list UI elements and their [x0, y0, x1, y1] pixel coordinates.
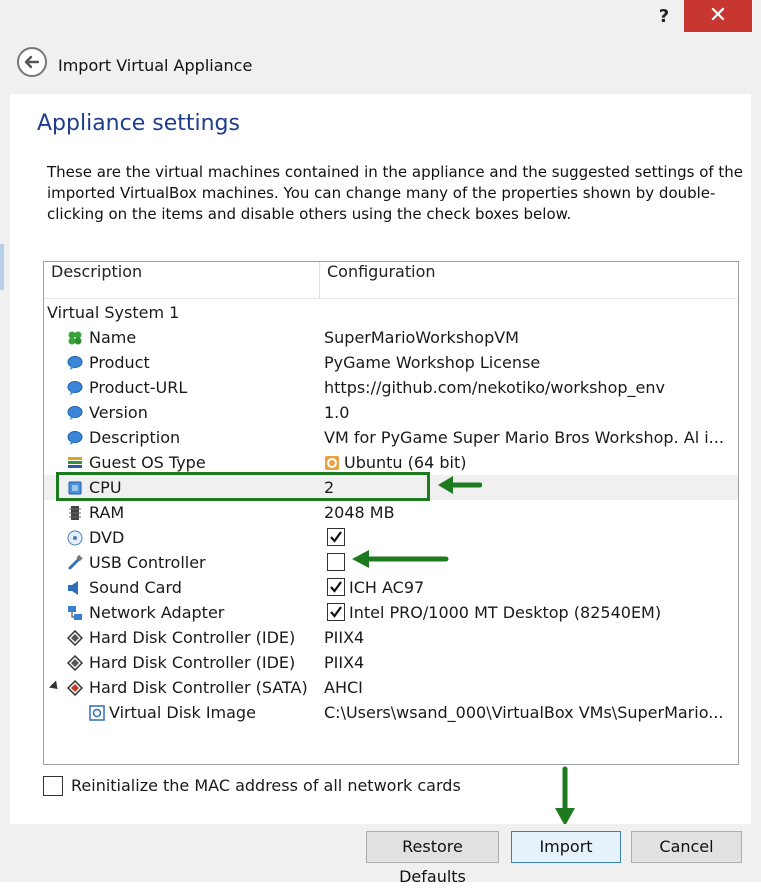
dvd-icon — [67, 530, 83, 546]
reinitialize-mac-label[interactable]: Reinitialize the MAC address of all netw… — [71, 776, 461, 796]
cancel-button[interactable]: Cancel — [631, 831, 742, 863]
speech-bubble-icon — [67, 406, 83, 420]
sound-card-checkbox[interactable] — [327, 578, 345, 596]
reinitialize-mac-checkbox[interactable] — [43, 776, 63, 796]
row-label: Product — [89, 353, 150, 372]
row-value[interactable]: 2048 MB — [324, 500, 395, 525]
checkmark-icon — [330, 581, 342, 593]
page-title: Appliance settings — [37, 111, 240, 136]
window-title: Import Virtual Appliance — [58, 56, 253, 75]
arrow-left-icon — [352, 550, 449, 568]
restore-defaults-button[interactable]: Restore Defaults — [366, 831, 499, 886]
close-button[interactable]: ✕ — [684, 0, 752, 32]
checkmark-icon — [330, 606, 342, 618]
table-row[interactable]: Sound Card ICH AC97 — [44, 575, 738, 600]
left-accent — [0, 244, 4, 290]
right-border — [751, 94, 761, 824]
name-icon — [68, 331, 82, 345]
table-row[interactable]: Product PyGame Workshop License — [44, 350, 738, 375]
sata-controller-icon — [67, 680, 83, 696]
row-value[interactable]: 1.0 — [324, 400, 349, 425]
row-value[interactable]: PIIX4 — [324, 625, 364, 650]
checkmark-icon — [330, 531, 342, 543]
cpu-highlight-box — [56, 472, 430, 501]
row-label: Network Adapter — [89, 603, 225, 622]
appliance-settings-table[interactable]: Description Configuration Virtual System… — [43, 261, 739, 765]
row-label: DVD — [89, 528, 125, 547]
intro-text: These are the virtual machines contained… — [47, 163, 744, 223]
row-label: RAM — [89, 503, 125, 522]
row-label: Hard Disk Controller (SATA) — [89, 678, 308, 697]
ubuntu-os-icon — [325, 456, 339, 470]
column-separator[interactable] — [319, 262, 320, 298]
row-value[interactable]: VM for PyGame Super Mario Bros Workshop.… — [324, 425, 724, 450]
table-row[interactable]: RAM 2048 MB — [44, 500, 738, 525]
row-label: Virtual Disk Image — [109, 703, 256, 722]
usb-controller-checkbox[interactable] — [327, 553, 345, 571]
row-label: Name — [89, 328, 137, 347]
row-label: Hard Disk Controller (IDE) — [89, 653, 296, 672]
ide-controller-icon — [67, 655, 83, 671]
group-label: Virtual System 1 — [47, 303, 180, 322]
table-row[interactable]: Name SuperMarioWorkshopVM — [44, 325, 738, 350]
network-adapter-icon — [68, 606, 82, 620]
row-value[interactable]: Intel PRO/1000 MT Desktop (82540EM) — [349, 600, 661, 625]
table-row[interactable]: Network Adapter Intel PRO/1000 MT Deskto… — [44, 600, 738, 625]
column-header-configuration[interactable]: Configuration — [327, 262, 436, 298]
ram-icon — [69, 506, 81, 520]
back-button[interactable] — [17, 47, 47, 77]
row-value[interactable]: https://github.com/nekotiko/workshop_env — [324, 375, 665, 400]
speech-bubble-icon — [67, 381, 83, 395]
left-border — [0, 94, 10, 824]
table-row[interactable]: DVD — [44, 525, 738, 550]
network-adapter-checkbox[interactable] — [327, 603, 345, 621]
row-value[interactable]: PyGame Workshop License — [324, 350, 540, 375]
row-label: Sound Card — [89, 578, 182, 597]
row-label: Hard Disk Controller (IDE) — [89, 628, 296, 647]
ide-controller-icon — [67, 630, 83, 646]
table-row[interactable]: Hard Disk Controller (SATA) AHCI — [44, 675, 738, 700]
table-header: Description Configuration — [44, 262, 738, 299]
column-header-description[interactable]: Description — [51, 262, 142, 298]
row-value[interactable]: PIIX4 — [324, 650, 364, 675]
row-value[interactable]: ICH AC97 — [349, 575, 424, 600]
back-arrow-icon — [24, 55, 40, 69]
table-row[interactable]: Product-URL https://github.com/nekotiko/… — [44, 375, 738, 400]
row-label: Version — [89, 403, 148, 422]
speech-bubble-icon — [67, 356, 83, 370]
row-value[interactable]: SuperMarioWorkshopVM — [324, 325, 519, 350]
table-row[interactable]: Description VM for PyGame Super Mario Br… — [44, 425, 738, 450]
row-value[interactable]: C:\Users\wsand_000\VirtualBox VMs\SuperM… — [324, 700, 723, 725]
arrow-down-icon — [555, 766, 575, 826]
table-row-virtual-system[interactable]: Virtual System 1 — [44, 300, 738, 325]
table-row[interactable]: Virtual Disk Image C:\Users\wsand_000\Vi… — [44, 700, 738, 725]
row-value[interactable]: AHCI — [324, 675, 363, 700]
import-button[interactable]: Import — [511, 831, 621, 863]
table-row[interactable]: Hard Disk Controller (IDE) PIIX4 — [44, 625, 738, 650]
guest-os-icon — [68, 457, 82, 468]
help-button[interactable]: ? — [646, 2, 682, 32]
dvd-checkbox[interactable] — [327, 528, 345, 546]
row-label: USB Controller — [89, 553, 206, 572]
collapse-triangle-icon[interactable] — [48, 680, 62, 693]
arrow-left-icon — [438, 476, 482, 494]
disk-image-icon — [89, 705, 105, 721]
sound-card-icon — [68, 581, 78, 595]
speech-bubble-icon — [67, 431, 83, 445]
row-label: Product-URL — [89, 378, 188, 397]
usb-icon — [68, 555, 83, 570]
row-label: Description — [89, 428, 181, 447]
table-row[interactable]: Hard Disk Controller (IDE) PIIX4 — [44, 650, 738, 675]
table-row[interactable]: Version 1.0 — [44, 400, 738, 425]
